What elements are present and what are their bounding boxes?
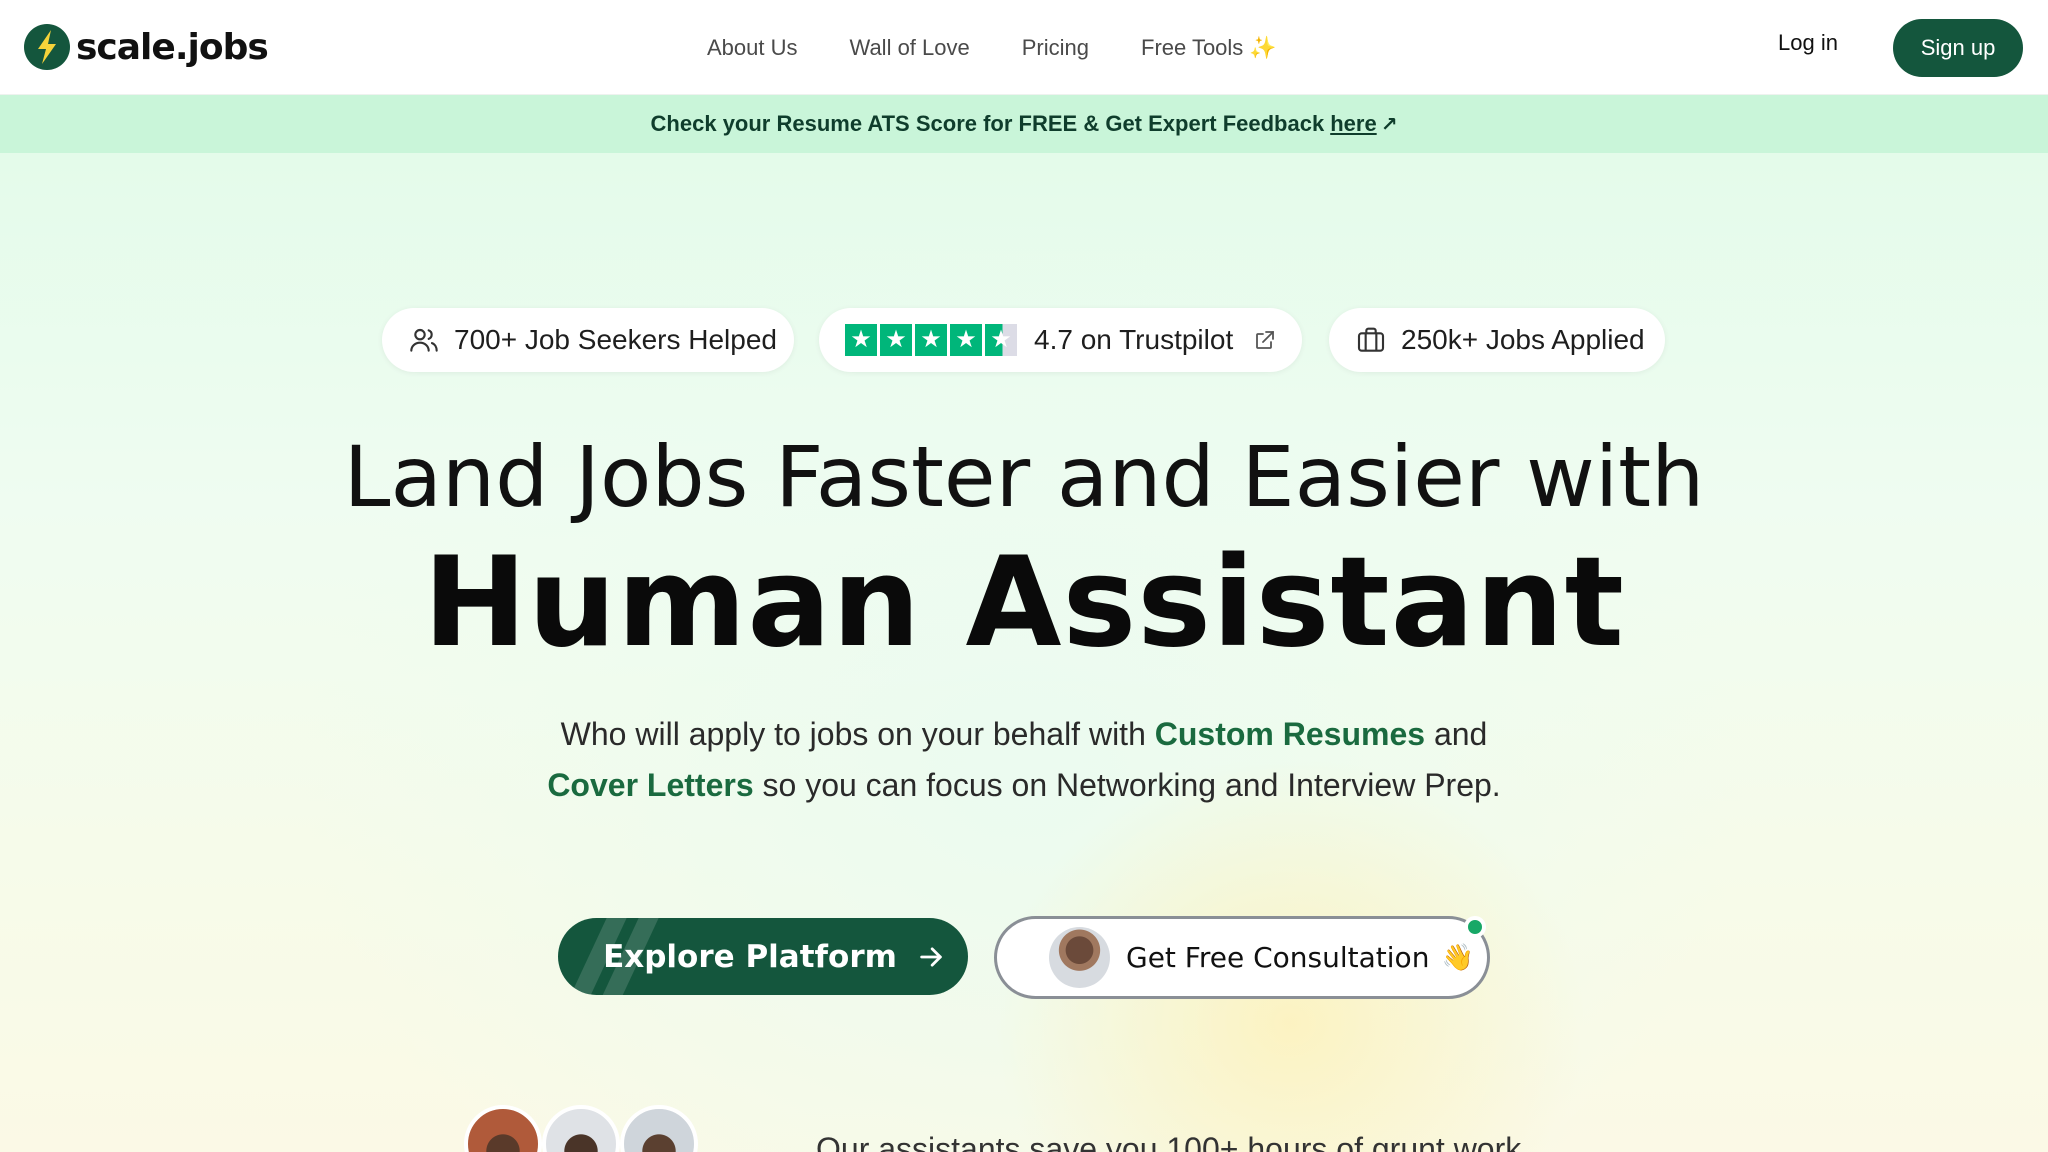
subtitle-part2: and <box>1433 716 1488 752</box>
briefcase-icon <box>1355 324 1387 356</box>
explore-platform-button[interactable]: Explore Platform <box>558 918 968 995</box>
badge-trustpilot[interactable]: ★ ★ ★ ★ ★ 4.7 on Trustpilot <box>819 308 1302 372</box>
hero-section: 700+ Job Seekers Helped ★ ★ ★ ★ ★ 4.7 on… <box>0 153 2048 1152</box>
customer-avatar <box>542 1105 620 1152</box>
waving-hand-icon: 👋 <box>1441 942 1474 972</box>
badge-jobs-applied: 250k+ Jobs Applied <box>1329 308 1665 372</box>
lightning-bolt-icon <box>24 24 70 70</box>
badge-trustpilot-label: 4.7 on Trustpilot <box>1034 324 1234 355</box>
trustpilot-stars: ★ ★ ★ ★ ★ <box>845 324 1020 356</box>
hero-headline-line1: Land Jobs Faster and Easier with <box>343 428 1705 526</box>
badge-job-seekers-label: 700+ Job Seekers Helped <box>454 324 777 355</box>
signup-button[interactable]: Sign up <box>1893 19 2023 77</box>
banner-text: Check your Resume ATS Score for FREE & G… <box>650 111 1325 136</box>
half-star-icon: ★ <box>985 324 1017 356</box>
nav-free-tools[interactable]: Free Tools ✨ <box>1141 35 1277 61</box>
external-link-icon <box>1253 328 1277 352</box>
nav-wall-of-love[interactable]: Wall of Love <box>850 35 970 61</box>
logo[interactable]: scale.jobs <box>24 24 269 70</box>
arrow-right-icon <box>917 943 945 971</box>
customer-avatar <box>620 1105 698 1152</box>
login-link[interactable]: Log in <box>1778 30 1838 56</box>
subtitle-highlight-resumes: Custom Resumes <box>1154 716 1426 752</box>
users-icon <box>408 324 440 356</box>
ats-banner: Check your Resume ATS Score for FREE & G… <box>0 95 2048 153</box>
free-consultation-button[interactable]: Get Free Consultation 👋 <box>994 916 1490 999</box>
nav-free-tools-label: Free Tools <box>1141 35 1244 60</box>
free-consultation-label: Get Free Consultation <box>1126 941 1430 974</box>
badge-job-seekers: 700+ Job Seekers Helped <box>382 308 794 372</box>
hero-headline-line2: Human Assistant <box>423 531 1625 675</box>
sparkle-icon: ✨ <box>1249 35 1277 60</box>
hero-subtitle: Who will apply to jobs on your behalf wi… <box>0 709 2048 811</box>
explore-platform-label: Explore Platform <box>603 938 897 975</box>
logo-text: scale.jobs <box>76 26 269 68</box>
subtitle-highlight-cover-letters: Cover Letters <box>547 767 754 803</box>
subtitle-part3: so you can focus on Networking and Inter… <box>762 767 1501 803</box>
consultant-avatar <box>1049 927 1110 988</box>
nav-links: About Us Wall of Love Pricing Free Tools… <box>707 30 1277 66</box>
social-proof-text: Our assistants save you 100+ hours of gr… <box>816 1131 1522 1152</box>
subtitle-part1: Who will apply to jobs on your behalf wi… <box>560 716 1146 752</box>
nav-about-us[interactable]: About Us <box>707 35 798 61</box>
star-icon: ★ <box>915 324 947 356</box>
nav-pricing[interactable]: Pricing <box>1022 35 1089 61</box>
navbar: scale.jobs About Us Wall of Love Pricing… <box>0 0 2048 95</box>
badge-jobs-applied-label: 250k+ Jobs Applied <box>1401 324 1645 355</box>
external-arrow-icon: ↗ <box>1380 113 1398 136</box>
star-icon: ★ <box>845 324 877 356</box>
customer-avatar <box>464 1105 542 1152</box>
online-status-dot <box>1464 916 1486 938</box>
star-icon: ★ <box>880 324 912 356</box>
star-icon: ★ <box>950 324 982 356</box>
banner-link[interactable]: here <box>1330 111 1376 137</box>
